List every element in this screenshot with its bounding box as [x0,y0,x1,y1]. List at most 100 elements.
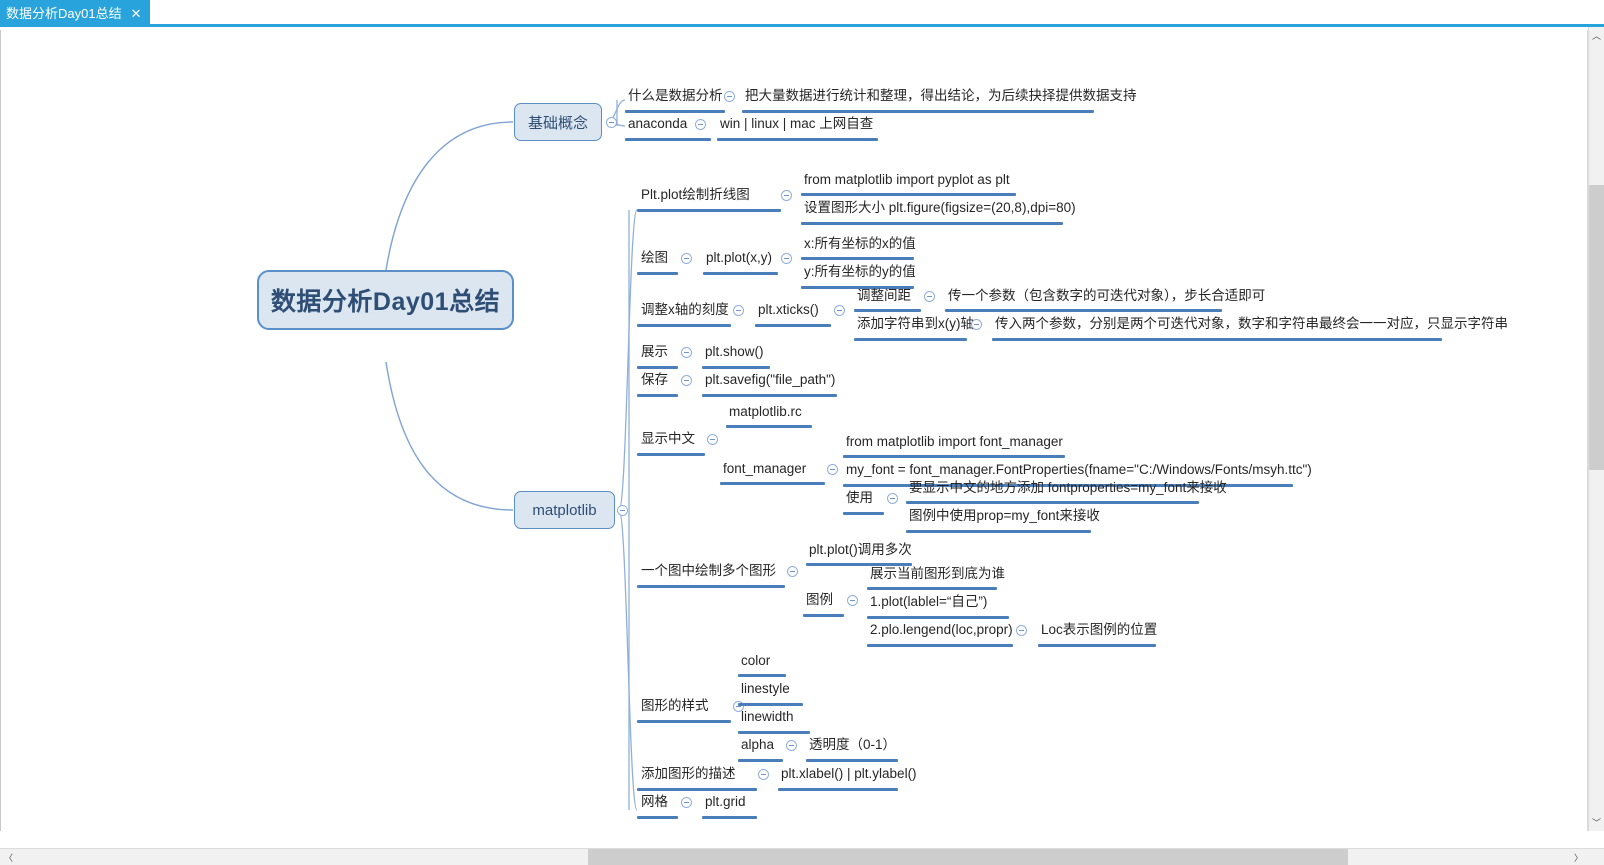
node-label: Plt.plot绘制折线图 [641,187,750,202]
node-underline [717,138,878,141]
node-save[interactable]: 保存 [641,371,668,389]
node-grid[interactable]: 网格 [641,793,668,811]
node-legend-loc-description[interactable]: Loc表示图例的位置 [1041,621,1157,639]
node-style-linestyle[interactable]: linestyle [741,680,790,698]
collapse-toggle-legend[interactable] [847,595,858,606]
node-usage[interactable]: 使用 [846,489,873,507]
collapse-toggle-add-string-to-axis[interactable] [971,319,982,330]
node-anaconda[interactable]: anaconda [628,115,687,133]
node-plt-grid[interactable]: plt.grid [705,793,746,811]
collapse-toggle-font-manager[interactable] [827,464,838,475]
collapse-toggle-usage[interactable] [887,493,898,504]
collapse-toggle-draw[interactable] [681,253,692,264]
node-label: 图形的样式 [641,698,709,713]
node-legend[interactable]: 图例 [806,591,833,609]
collapse-toggle-legend-legend-call[interactable] [1016,625,1027,636]
node-alpha-description[interactable]: 透明度（0-1） [809,736,896,754]
node-import-font-manager[interactable]: from matplotlib import font_manager [846,433,1063,451]
node-import-pyplot[interactable]: from matplotlib import pyplot as plt [804,171,1010,189]
branch-node-basic-concepts[interactable]: 基础概念 [514,103,602,141]
node-underline [625,138,711,141]
node-usage-prop[interactable]: 图例中使用prop=my_font来接收 [909,507,1100,525]
scroll-down-icon[interactable]: ﹀ [1589,814,1604,831]
node-data-analysis-definition[interactable]: 把大量数据进行统计和整理，得出结论，为后续抉择提供数据支持 [745,87,1137,105]
node-style-alpha[interactable]: alpha [741,736,774,754]
collapse-toggle-add-labels[interactable] [758,769,769,780]
root-node[interactable]: 数据分析Day01总结 [257,270,514,330]
collapse-toggle-adjust-xticks[interactable] [733,305,744,316]
node-x-values[interactable]: x:所有坐标的x的值 [804,235,916,253]
node-underline [945,309,1222,312]
node-plt-show[interactable]: plt.show() [705,343,764,361]
close-icon[interactable]: ✕ [131,0,142,27]
scroll-right-icon[interactable]: 〉 [1570,849,1587,865]
node-label: 什么是数据分析 [628,88,723,103]
node-font-manager[interactable]: font_manager [723,460,806,478]
node-label: 透明度（0-1） [809,737,897,752]
node-adjust-spacing[interactable]: 调整间距 [857,287,911,305]
collapse-toggle-style-alpha[interactable] [786,740,797,751]
node-add-string-detail[interactable]: 传入两个参数，分别是两个可迭代对象，数字和字符串最终会一一对应，只显示字符串 [995,315,1508,333]
node-y-values[interactable]: y:所有坐标的y的值 [804,263,916,281]
node-label: 1.plot(lablel=“自己”) [870,594,988,609]
tab-title: 数据分析Day01总结 [6,6,122,21]
node-underline [637,788,757,791]
tab-active-mindmap[interactable]: 数据分析Day01总结 ✕ [0,0,150,27]
horizontal-scrollbar-thumb[interactable] [588,849,1348,865]
node-xlabel-ylabel[interactable]: plt.xlabel() | plt.ylabel() [781,765,917,783]
collapse-toggle-matplotlib[interactable] [617,505,628,516]
node-figure-style[interactable]: 图形的样式 [641,697,709,715]
node-plt-xticks[interactable]: plt.xticks() [758,301,819,319]
node-matplotlibrc[interactable]: matplotlib.rc [729,403,802,421]
node-spacing-detail[interactable]: 传一个参数（包含数字的可迭代对象），步长合适即可 [948,287,1265,305]
node-label: from matplotlib import font_manager [846,434,1063,449]
collapse-toggle-display-chinese[interactable] [707,434,718,445]
collapse-toggle-what-is-data-analysis[interactable] [724,91,735,102]
node-my-font-definition[interactable]: my_font = font_manager.FontProperties(fn… [846,461,1312,479]
node-label: anaconda [628,116,688,131]
node-plt-savefig[interactable]: plt.savefig("file_path") [705,371,835,389]
node-display-chinese[interactable]: 显示中文 [641,430,695,448]
node-plt-plot[interactable]: plt.plot(x,y) [706,249,772,267]
node-label: 添加字符串到x(y)轴 [857,316,974,331]
node-style-linewidth[interactable]: linewidth [741,708,794,726]
node-what-is-data-analysis[interactable]: 什么是数据分析 [628,87,723,105]
node-anaconda-platforms[interactable]: win | linux | mac 上网自查 [720,115,873,133]
collapse-toggle-adjust-spacing[interactable] [924,291,935,302]
node-style-color[interactable]: color [741,652,770,670]
branch-node-matplotlib[interactable]: matplotlib [514,491,615,529]
node-underline [854,309,921,312]
mindmap-canvas[interactable]: 数据分析Day01总结 基础概念 什么是数据分析 把大量数据进行统计和整理，得出… [0,30,1588,831]
node-underline [703,272,778,275]
node-add-labels[interactable]: 添加图形的描述 [641,765,736,783]
scroll-up-icon[interactable]: ︿ [1589,27,1604,44]
node-legend-purpose[interactable]: 展示当前图形到底为谁 [870,565,1005,583]
node-legend-legend-call[interactable]: 2.plo.lengend(loc,propr) [870,621,1013,639]
collapse-toggle-show[interactable] [681,347,692,358]
node-legend-label-call[interactable]: 1.plot(lablel=“自己”) [870,593,987,611]
collapse-toggle-grid[interactable] [681,797,692,808]
horizontal-scrollbar[interactable]: 〈 〉 [0,848,1604,865]
node-underline [738,731,810,734]
node-multi-figures[interactable]: 一个图中绘制多个图形 [641,562,776,580]
collapse-toggle-basic-concepts[interactable] [606,117,617,128]
node-draw[interactable]: 绘图 [641,249,668,267]
node-label: plt.xticks() [758,302,819,317]
node-add-string-to-axis[interactable]: 添加字符串到x(y)轴 [857,315,974,333]
scroll-left-icon[interactable]: 〈 [0,849,17,865]
node-usage-fontproperties[interactable]: 要显示中文的地方添加 fontproperties=my_font来接收 [909,479,1227,497]
node-plot-line-chart[interactable]: Plt.plot绘制折线图 [641,186,750,204]
vertical-scrollbar-thumb[interactable] [1589,185,1604,470]
node-underline [801,257,914,260]
node-adjust-xticks[interactable]: 调整x轴的刻度 [641,301,729,319]
collapse-toggle-multi-figures[interactable] [787,566,798,577]
node-plot-multiple-calls[interactable]: plt.plot()调用多次 [809,541,912,559]
node-figure-size[interactable]: 设置图形大小 plt.figure(figsize=(20,8),dpi=80) [804,199,1076,217]
collapse-toggle-save[interactable] [681,375,692,386]
node-show[interactable]: 展示 [641,343,668,361]
collapse-toggle-anaconda[interactable] [695,119,706,130]
collapse-toggle-plt-plot[interactable] [781,253,792,264]
collapse-toggle-plot-line-chart[interactable] [781,190,792,201]
collapse-toggle-plt-xticks[interactable] [834,305,845,316]
vertical-scrollbar[interactable]: ︿ ﹀ [1588,27,1604,831]
